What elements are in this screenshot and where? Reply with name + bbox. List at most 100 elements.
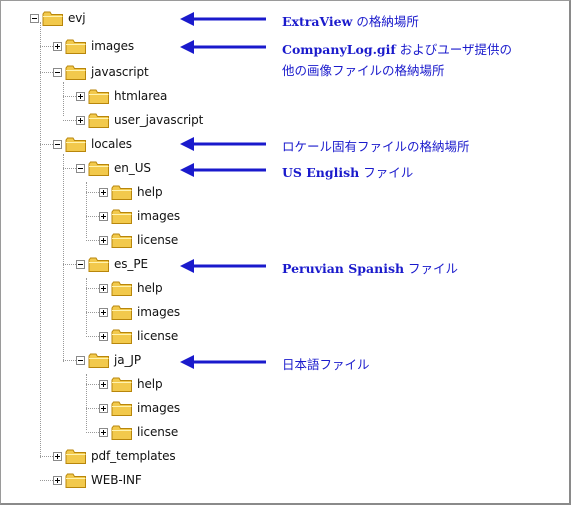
tree-node-label[interactable]: pdf_templates [91, 449, 176, 463]
tree-connector [40, 46, 53, 47]
annotation-en-us: US English ファイル [282, 165, 414, 180]
tree-expander-icon[interactable] [99, 211, 108, 221]
tree-node-label[interactable]: javascript [91, 65, 149, 79]
tree-node-label[interactable]: user_javascript [114, 113, 203, 127]
folder-icon [111, 400, 133, 417]
tree-connector [63, 120, 76, 121]
tree-expander-icon[interactable] [99, 379, 108, 389]
tree-node[interactable]: license [99, 230, 178, 250]
tree-node[interactable]: help [99, 374, 163, 394]
tree-expander-icon[interactable] [53, 475, 62, 485]
tree-expander-icon[interactable] [53, 451, 62, 461]
tree-connector [86, 384, 99, 385]
tree-expander-icon[interactable] [76, 259, 85, 269]
tree-node[interactable]: WEB-INF [53, 470, 142, 490]
tree-node[interactable]: pdf_templates [53, 446, 176, 466]
tree-expander-icon[interactable] [53, 41, 62, 51]
tree-expander-icon[interactable] [76, 91, 85, 101]
tree-node-label[interactable]: images [137, 305, 180, 319]
tree-connector [40, 144, 53, 145]
tree-node[interactable]: es_PE [76, 254, 148, 274]
tree-node[interactable]: en_US [76, 158, 151, 178]
tree-expander-icon[interactable] [99, 427, 108, 437]
tree-expander-icon[interactable] [99, 235, 108, 245]
folder-icon [88, 160, 110, 177]
tree-node-label[interactable]: locales [91, 137, 132, 151]
tree-connector [63, 82, 64, 116]
folder-icon [111, 184, 133, 201]
tree-expander-icon[interactable] [76, 163, 85, 173]
tree-expander-icon[interactable] [99, 331, 108, 341]
tree-node-label[interactable]: help [137, 185, 163, 199]
tree-connector [86, 312, 99, 313]
tree-connector [86, 240, 99, 241]
tree-node[interactable]: user_javascript [76, 110, 203, 130]
tree-node[interactable]: images [99, 398, 180, 418]
tree-expander-icon[interactable] [76, 355, 85, 365]
folder-icon [65, 448, 87, 465]
tree-expander-icon[interactable] [53, 67, 62, 77]
tree-node-label[interactable]: license [137, 233, 178, 247]
annotation-es-pe: Peruvian Spanish ファイル [282, 261, 459, 276]
folder-icon [88, 256, 110, 273]
tree-expander-icon[interactable] [99, 187, 108, 197]
tree-node-label[interactable]: htmlarea [114, 89, 167, 103]
tree-expander-icon[interactable] [53, 139, 62, 149]
tree-node-label[interactable]: ja_JP [114, 353, 141, 367]
tree-expander-icon[interactable] [76, 115, 85, 125]
folder-icon [42, 10, 64, 27]
folder-icon [111, 376, 133, 393]
tree-node[interactable]: images [99, 302, 180, 322]
tree-node[interactable]: locales [53, 134, 132, 154]
tree-connector [40, 456, 53, 457]
tree-node[interactable]: ja_JP [76, 350, 141, 370]
tree-connector [86, 216, 99, 217]
arrow-left-icon [180, 259, 266, 273]
tree-node-label[interactable]: es_PE [114, 257, 148, 271]
tree-node[interactable]: htmlarea [76, 86, 167, 106]
folder-icon [111, 424, 133, 441]
tree-node[interactable]: license [99, 422, 178, 442]
folder-icon [88, 352, 110, 369]
tree-connector [86, 182, 87, 238]
tree-node-label[interactable]: evj [68, 11, 86, 25]
tree-node-label[interactable]: images [91, 39, 134, 53]
tree-connector [86, 432, 99, 433]
tree-node[interactable]: javascript [53, 62, 149, 82]
tree-node-label[interactable]: WEB-INF [91, 473, 142, 487]
folder-icon [111, 328, 133, 345]
tree-connector [86, 336, 99, 337]
tree-node-label[interactable]: help [137, 281, 163, 295]
arrow-left-icon [180, 355, 266, 369]
tree-node-label[interactable]: images [137, 209, 180, 223]
tree-node[interactable]: help [99, 182, 163, 202]
folder-icon [65, 472, 87, 489]
tree-connector [63, 360, 76, 361]
tree-node-label[interactable]: help [137, 377, 163, 391]
tree-node[interactable]: images [99, 206, 180, 226]
tree-connector [40, 22, 41, 458]
tree-node[interactable]: help [99, 278, 163, 298]
tree-expander-icon[interactable] [99, 283, 108, 293]
tree-node-label[interactable]: en_US [114, 161, 151, 175]
tree-expander-icon[interactable] [99, 403, 108, 413]
tree-connector [86, 192, 99, 193]
tree-node-label[interactable]: images [137, 401, 180, 415]
arrow-left-icon [180, 40, 266, 54]
tree-node-label[interactable]: license [137, 425, 178, 439]
annotation-images: CompanyLog.gif およびユーザ提供の [282, 42, 513, 57]
tree-connector [63, 96, 76, 97]
tree-node[interactable]: evj [30, 8, 86, 28]
tree-connector [86, 374, 87, 430]
folder-icon [88, 88, 110, 105]
tree-connector [86, 278, 87, 334]
arrow-left-icon [180, 137, 266, 151]
tree-connector [86, 288, 99, 289]
tree-expander-icon[interactable] [30, 13, 39, 23]
tree-node-label[interactable]: license [137, 329, 178, 343]
tree-node[interactable]: images [53, 36, 134, 56]
folder-icon [88, 112, 110, 129]
tree-node[interactable]: license [99, 326, 178, 346]
tree-expander-icon[interactable] [99, 307, 108, 317]
tree-connector [63, 264, 76, 265]
